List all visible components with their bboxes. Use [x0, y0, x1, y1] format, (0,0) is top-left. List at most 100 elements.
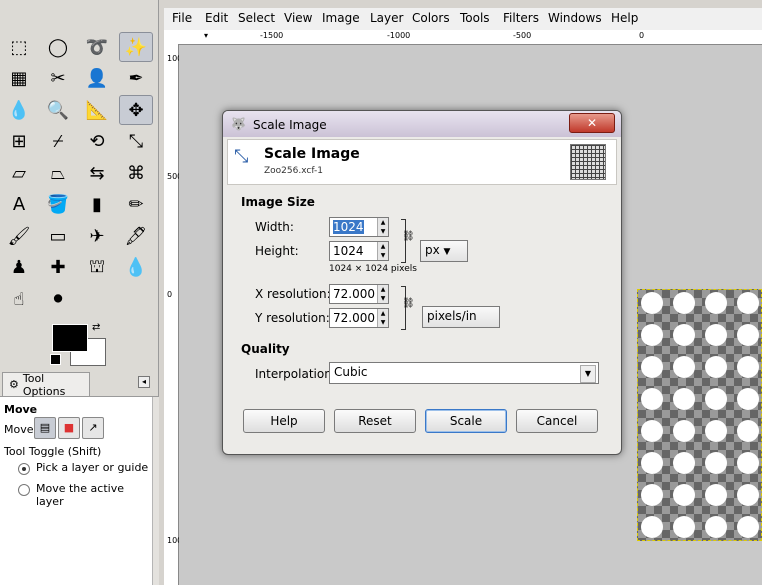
- zoom-icon[interactable]: 🔍: [41, 95, 75, 125]
- select-by-color-icon[interactable]: ▦: [2, 64, 36, 94]
- scale-icon[interactable]: ⤡: [119, 127, 153, 157]
- measure-icon[interactable]: 📐: [80, 95, 114, 125]
- tool-options-icon: ⚙: [9, 378, 19, 391]
- ruler-label: -1000: [387, 31, 411, 40]
- move-layer-button[interactable]: ▤: [34, 417, 56, 439]
- menu-filters[interactable]: Filters: [503, 11, 539, 25]
- y-resolution-spinner[interactable]: 72.000 ▲ ▼: [329, 308, 389, 328]
- smudge-icon[interactable]: ☝: [2, 284, 36, 314]
- color-swatches[interactable]: ⇄: [48, 322, 108, 368]
- spinner-arrows-icon[interactable]: ▲ ▼: [377, 242, 388, 260]
- chain-link-icon[interactable]: ⛓: [402, 232, 415, 242]
- move-active-layer-label: Move the active layer: [36, 482, 124, 508]
- scale-button[interactable]: Scale: [425, 409, 507, 433]
- menu-help[interactable]: Help: [611, 11, 638, 25]
- move-icon[interactable]: ✥: [119, 95, 153, 125]
- resolution-unit-value: pixels/in: [427, 309, 477, 323]
- scissors-icon[interactable]: ✂: [41, 64, 75, 94]
- perspective-clone-icon[interactable]: ⛫: [80, 253, 114, 283]
- ruler-label: -1500: [260, 31, 284, 40]
- pick-layer-radio[interactable]: [18, 463, 30, 475]
- menu-image[interactable]: Image: [322, 11, 360, 25]
- pattern-dot: [705, 388, 727, 410]
- cage-icon[interactable]: ⌘: [119, 158, 153, 188]
- help-button[interactable]: Help: [243, 409, 325, 433]
- shear-icon[interactable]: ▱: [2, 158, 36, 188]
- cancel-button[interactable]: Cancel: [516, 409, 598, 433]
- crop-icon[interactable]: ⌿: [41, 127, 75, 157]
- rotate-icon[interactable]: ⟲: [80, 127, 114, 157]
- reset-button-label: Reset: [358, 414, 392, 428]
- foreground-color-swatch[interactable]: [52, 324, 88, 352]
- heal-icon[interactable]: ✚: [41, 253, 75, 283]
- height-spinner[interactable]: 1024 ▲ ▼: [329, 241, 389, 261]
- pattern-dot: [705, 356, 727, 378]
- align-icon[interactable]: ⊞: [2, 127, 36, 157]
- rect-select-icon[interactable]: ⬚: [2, 32, 36, 62]
- move-selection-button[interactable]: ■: [58, 417, 80, 439]
- blur-icon[interactable]: 💧: [119, 253, 153, 283]
- pattern-dot: [705, 420, 727, 442]
- interpolation-combo[interactable]: Cubic ▼: [329, 362, 599, 384]
- resolution-unit-combo[interactable]: pixels/in: [422, 306, 500, 328]
- pattern-dot: [673, 452, 695, 474]
- reset-button[interactable]: Reset: [334, 409, 416, 433]
- image-layer[interactable]: [637, 289, 762, 541]
- swap-colors-icon[interactable]: ⇄: [92, 322, 100, 333]
- clone-icon[interactable]: ♟: [2, 253, 36, 283]
- menu-edit[interactable]: Edit: [205, 11, 228, 25]
- chain-link-icon[interactable]: ⛓: [402, 299, 415, 309]
- tool-options-scrollbar[interactable]: [152, 397, 159, 585]
- menu-view[interactable]: View: [284, 11, 312, 25]
- color-picker-icon[interactable]: 💧: [2, 95, 36, 125]
- spinner-arrows-icon[interactable]: ▲ ▼: [377, 218, 388, 236]
- free-select-icon[interactable]: ➰: [80, 32, 114, 62]
- dialog-titlebar[interactable]: 🐺 Scale Image ✕: [223, 111, 621, 137]
- blend-icon[interactable]: ▮: [80, 190, 114, 220]
- x-resolution-spinner[interactable]: 72.000 ▲ ▼: [329, 284, 389, 304]
- default-colors-icon[interactable]: [50, 354, 61, 365]
- width-spinner[interactable]: 1024 ▲ ▼: [329, 217, 389, 237]
- menubar: File Edit Select View Image Layer Colors Tools F…: [164, 8, 762, 30]
- eraser-icon[interactable]: ▭: [41, 221, 75, 251]
- foreground-select-icon[interactable]: 👤: [80, 64, 114, 94]
- move-active-layer-radio[interactable]: [18, 484, 30, 496]
- bucket-fill-icon[interactable]: 🪣: [41, 190, 75, 220]
- menu-tools[interactable]: Tools: [460, 11, 490, 25]
- pattern-dot: [673, 388, 695, 410]
- dialog-header: ⤡ Scale Image Zoo256.xcf-1: [227, 139, 617, 185]
- menu-colors[interactable]: Colors: [412, 11, 450, 25]
- spinner-arrows-icon[interactable]: ▲ ▼: [377, 309, 388, 327]
- pattern-dot: [737, 324, 759, 346]
- text-icon[interactable]: A: [2, 190, 36, 220]
- fuzzy-select-icon[interactable]: ✨: [119, 32, 153, 62]
- menu-windows[interactable]: Windows: [548, 11, 602, 25]
- pattern-dot: [705, 484, 727, 506]
- paths-icon[interactable]: ✒: [119, 64, 153, 94]
- ellipse-select-icon[interactable]: ◯: [41, 32, 75, 62]
- vertical-ruler[interactable]: 100 500 0 100: [164, 44, 182, 585]
- width-value: 1024: [333, 220, 364, 234]
- ink-icon[interactable]: 🖋: [119, 221, 153, 251]
- perspective-icon[interactable]: ⏢: [41, 158, 75, 188]
- ruler-label: 0: [167, 290, 173, 299]
- size-unit-combo[interactable]: px ▼: [420, 240, 468, 262]
- spinner-arrows-icon[interactable]: ▲ ▼: [377, 285, 388, 303]
- menu-layer[interactable]: Layer: [370, 11, 403, 25]
- paintbrush-icon[interactable]: 🖌: [2, 221, 36, 251]
- horizontal-ruler[interactable]: ▾ -1500 -1000 -500 0: [164, 30, 762, 45]
- flip-icon[interactable]: ⇆: [80, 158, 114, 188]
- airbrush-icon[interactable]: ✈: [80, 221, 114, 251]
- tab-tool-options[interactable]: ⚙ Tool Options: [2, 372, 90, 398]
- menu-select[interactable]: Select: [238, 11, 275, 25]
- tab-menu-icon[interactable]: ◂: [138, 376, 150, 388]
- move-path-button[interactable]: ↗: [82, 417, 104, 439]
- menu-file[interactable]: File: [172, 11, 192, 25]
- x-resolution-label: X resolution:: [255, 287, 331, 301]
- pencil-icon[interactable]: ✏: [119, 190, 153, 220]
- dodge-burn-icon[interactable]: ⚫: [41, 284, 75, 314]
- close-button[interactable]: ✕: [569, 113, 615, 133]
- dropdown-arrow-icon[interactable]: ▼: [580, 365, 596, 383]
- size-unit-value: px: [425, 243, 440, 257]
- width-label: Width:: [255, 220, 294, 234]
